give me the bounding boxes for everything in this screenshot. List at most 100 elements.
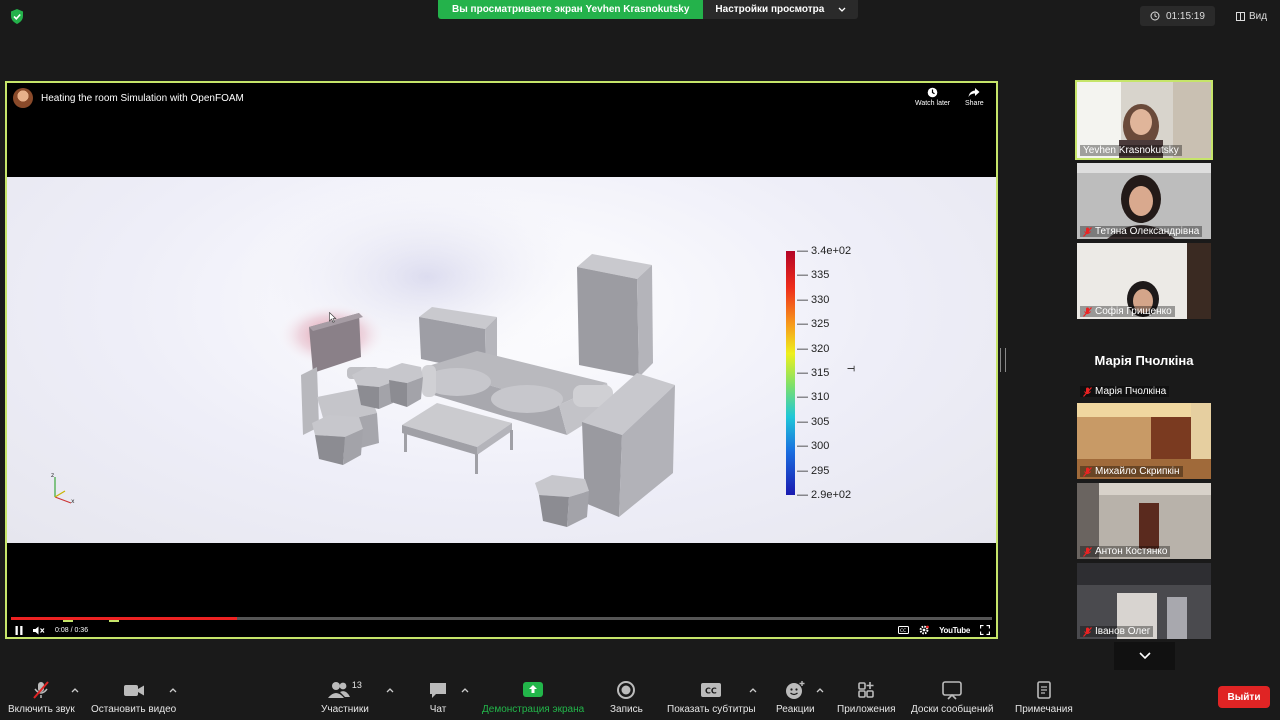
apps-button[interactable]: Приложения <box>837 680 896 715</box>
chat-button[interactable]: Чат <box>428 680 448 715</box>
participants-label: Участники <box>321 704 369 715</box>
screen-share-banner: Вы просматриваете экран Yevhen Krasnokut… <box>438 0 859 19</box>
whiteboard-icon <box>942 681 963 700</box>
gallery-scroll-down-button[interactable] <box>1114 642 1175 670</box>
stop-video-label: Остановить видео <box>91 704 177 715</box>
fullscreen-icon[interactable] <box>980 625 990 635</box>
colorbar-tick-label: — 310 <box>797 391 830 404</box>
muted-mic-icon <box>1083 626 1092 637</box>
participant-tile[interactable]: Софія Грищенко <box>1077 243 1211 319</box>
colorbar-tick-label: — 305 <box>797 415 830 428</box>
timer-value: 01:15:19 <box>1166 10 1205 22</box>
chevron-down-icon <box>1138 652 1151 660</box>
panel-splitter-handle[interactable] <box>1000 348 1006 372</box>
captions-icon[interactable]: CC <box>898 626 910 634</box>
participant-name: Тетяна Олександрівна <box>1080 226 1203 237</box>
people-icon <box>327 682 350 698</box>
share-video-button[interactable]: Share <box>965 87 984 107</box>
chevron-down-icon <box>838 7 846 12</box>
participant-tile[interactable]: Марія Пчолкіна Марія Пчолкіна <box>1077 323 1211 399</box>
chevron-up-icon[interactable] <box>815 686 825 694</box>
meeting-timer: 01:15:19 <box>1140 6 1215 26</box>
participant-name: Марія Пчолкіна <box>1080 386 1170 397</box>
show-captions-button[interactable]: CC Показать субтитры <box>667 680 756 715</box>
colorbar-title: T <box>844 365 856 372</box>
shared-screen: Heating the room Simulation with OpenFOA… <box>5 81 998 639</box>
svg-text:x: x <box>71 498 75 505</box>
reactions-button[interactable]: Реакции <box>776 680 815 715</box>
emoji-reaction-icon <box>786 681 805 699</box>
youtube-logo[interactable]: YouTube <box>939 626 970 635</box>
grid-icon <box>1236 11 1245 21</box>
mouse-cursor-icon <box>329 312 337 323</box>
svg-text:CC: CC <box>900 628 906 634</box>
clock-icon <box>927 87 938 98</box>
participant-name: Софія Грищенко <box>1080 306 1175 317</box>
view-settings-button[interactable]: Настройки просмотра <box>703 0 859 19</box>
video-camera-icon <box>123 685 144 696</box>
muted-mic-icon <box>1083 546 1092 557</box>
video-time: 0:08 / 0:36 <box>55 626 89 634</box>
notes-icon <box>1037 681 1051 699</box>
participants-count: 13 <box>351 680 362 690</box>
participant-tile[interactable]: Yevhen Krasnokutsky <box>1075 80 1213 160</box>
whiteboards-button[interactable]: Доски сообщений <box>911 680 994 715</box>
svg-text:CC: CC <box>705 687 717 696</box>
chevron-up-icon[interactable] <box>748 686 758 694</box>
security-shield-icon[interactable] <box>10 9 24 24</box>
whiteboards-label: Доски сообщений <box>911 704 994 715</box>
video-header: Heating the room Simulation with OpenFOA… <box>13 87 244 109</box>
chevron-up-icon[interactable] <box>460 686 470 694</box>
progress-marker <box>109 620 119 622</box>
unmute-label: Включить звук <box>8 704 75 715</box>
temperature-colorbar <box>786 251 795 495</box>
participant-tile[interactable]: Антон Костянко <box>1077 483 1211 559</box>
volume-muted-icon[interactable] <box>33 626 45 635</box>
video-title[interactable]: Heating the room Simulation with OpenFOA… <box>41 93 244 104</box>
clock-icon <box>1150 11 1160 21</box>
record-label: Запись <box>610 704 643 715</box>
leave-meeting-button[interactable]: Выйти <box>1218 686 1270 708</box>
participant-name: Михайло Скрипкін <box>1080 466 1183 477</box>
view-button[interactable]: Вид <box>1236 6 1267 26</box>
muted-mic-icon <box>1083 386 1092 397</box>
colorbar-labels: — 3.4e+02 — 335 — 330 — 325 — 320 — 315 — 310 —… <box>797 242 867 502</box>
colorbar-tick-label: — 2.9e+02 <box>797 489 852 501</box>
participant-tile[interactable]: Михайло Скрипкін <box>1077 403 1211 479</box>
chat-bubble-icon <box>430 683 446 698</box>
colorbar-tick-label: — 315 <box>797 367 830 379</box>
svg-text:z: z <box>51 472 54 479</box>
channel-avatar[interactable] <box>13 88 33 108</box>
muted-mic-icon <box>1083 306 1092 317</box>
stop-video-button[interactable]: Остановить видео <box>91 680 176 715</box>
pause-icon[interactable] <box>15 625 23 635</box>
chevron-up-icon[interactable] <box>70 686 80 694</box>
muted-mic-icon <box>1083 466 1092 477</box>
view-label: Вид <box>1249 10 1268 22</box>
participant-display-name: Марія Пчолкіна <box>1094 353 1194 368</box>
share-arrow-icon <box>968 88 980 97</box>
notes-button[interactable]: Примечания <box>1015 680 1073 715</box>
settings-gear-icon[interactable] <box>919 625 929 635</box>
apps-label: Приложения <box>837 704 896 715</box>
progress-marker <box>63 620 73 622</box>
chevron-up-icon[interactable] <box>385 686 395 694</box>
participants-button[interactable]: 13 Участники <box>321 680 369 715</box>
reactions-label: Реакции <box>776 704 815 715</box>
chat-label: Чат <box>429 704 447 715</box>
chevron-up-icon[interactable] <box>168 686 178 694</box>
share-screen-button[interactable]: Демонстрация экрана <box>482 680 584 715</box>
colorbar-tick-label: — 325 <box>797 318 830 331</box>
colorbar-tick-label: — 320 <box>797 342 830 355</box>
unmute-button[interactable]: Включить звук <box>8 680 75 715</box>
colorbar-tick-label: — 335 <box>797 269 830 282</box>
participant-tile[interactable]: Тетяна Олександрівна <box>1077 163 1211 239</box>
record-button[interactable]: Запись <box>610 680 643 715</box>
participant-tile[interactable]: Іванов Олег <box>1077 563 1211 639</box>
tall-cabinet <box>577 254 653 377</box>
watch-later-label: Watch later <box>915 100 951 107</box>
simulation-render: z x — 3.4e+02— 335— 330— 325— 320— 315— … <box>7 177 996 543</box>
colorbar-tick-label: — 3.4e+02 <box>797 245 852 257</box>
video-progress-fill <box>11 617 237 620</box>
watch-later-button[interactable]: Watch later <box>915 87 950 107</box>
